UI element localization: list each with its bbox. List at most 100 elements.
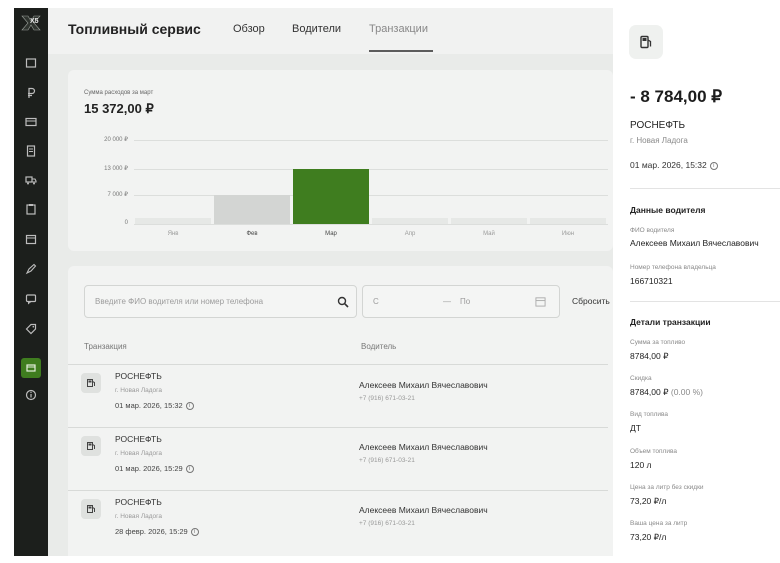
driver-section-title: Данные водителя xyxy=(630,205,706,215)
fuel-type-value: ДТ xyxy=(630,423,641,433)
tab-overview[interactable]: Обзор xyxy=(233,23,265,35)
discount-label: Скидка xyxy=(630,375,652,382)
main-content: Топливный сервис Обзор Водители Транзакц… xyxy=(48,8,613,556)
tx-phone: +7 (916) 671-03-21 xyxy=(359,520,415,527)
bar-1[interactable] xyxy=(214,194,290,224)
price-no-discount-value: 73,20 ₽/л xyxy=(630,496,667,506)
tx-phone: +7 (916) 671-03-21 xyxy=(359,457,415,464)
tx-driver: Алексеев Михаил Вячеславович xyxy=(359,380,488,390)
tx-date: 28 февр. 2026, 15:29 i xyxy=(115,527,199,537)
info-icon[interactable]: i xyxy=(709,161,718,170)
rocket-icon[interactable] xyxy=(21,259,41,279)
tab-transactions[interactable]: Транзакции xyxy=(369,23,428,35)
tab-drivers[interactable]: Водители xyxy=(292,23,341,35)
app-title: Топливный сервис xyxy=(68,21,201,37)
grid-line xyxy=(134,169,608,171)
y-tick-label: 20 000 ₽ xyxy=(104,137,128,143)
date-range-input[interactable]: С — По xyxy=(362,285,560,318)
fuel-pump-icon xyxy=(81,499,101,519)
logo[interactable]: X5 xyxy=(19,12,43,34)
price-no-discount-label: Цена за литр без скидки xyxy=(630,484,704,491)
tx-brand: РОСНЕФТЬ xyxy=(115,497,162,507)
card-icon[interactable] xyxy=(21,112,41,132)
tx-date-text: 01 мар. 2026, 15:32 xyxy=(115,401,183,410)
spend-bar-chart: 20 000 ₽ 13 000 ₽ 7 000 ₽ 0 Янв Фев Мар Апр Май И… xyxy=(68,70,613,251)
driver-name-value: Алексеев Михаил Вячеславович xyxy=(630,238,759,248)
home-icon[interactable] xyxy=(21,53,41,73)
column-transaction: Транзакция xyxy=(84,342,127,351)
bar-4[interactable] xyxy=(451,218,527,224)
calendar-icon[interactable] xyxy=(21,229,41,249)
date-to: По xyxy=(460,297,471,306)
grid-line xyxy=(134,140,608,141)
document-icon[interactable] xyxy=(21,141,41,161)
date-from: С xyxy=(373,297,379,306)
tx-brand: РОСНЕФТЬ xyxy=(115,371,162,381)
bar-2[interactable] xyxy=(293,169,369,224)
transaction-amount: - 8 784,00 ₽ xyxy=(630,87,723,106)
bar-0[interactable] xyxy=(135,218,211,224)
y-tick-label: 13 000 ₽ xyxy=(104,166,128,173)
reset-filters-button[interactable]: Сбросить xyxy=(572,296,610,306)
your-price-label: Ваша цена за литр xyxy=(630,520,688,527)
calendar-icon[interactable] xyxy=(535,296,546,309)
chat-icon[interactable] xyxy=(21,289,41,309)
bar-3[interactable] xyxy=(372,218,448,224)
tx-driver: Алексеев Михаил Вячеславович xyxy=(359,505,488,515)
transaction-date: 01 мар. 2026, 15:32 i xyxy=(630,160,718,170)
x-tick-label: Фев xyxy=(246,231,258,237)
info-icon[interactable]: i xyxy=(185,465,194,474)
logo-text: X5 xyxy=(30,18,39,25)
spend-chart-card: Сумма расходов за март 15 372,00 ₽ 20 00… xyxy=(68,70,613,251)
active-tab-indicator xyxy=(369,50,433,52)
y-tick-label: 0 xyxy=(124,220,128,226)
fuel-service-icon[interactable] xyxy=(21,358,41,378)
fuel-pump-icon xyxy=(81,436,101,456)
info-circle-icon[interactable] xyxy=(21,385,41,405)
x-tick-label: Мар xyxy=(325,231,337,237)
driver-phone-label: Номер телефона владельца xyxy=(630,264,716,271)
x-tick-label: Апр xyxy=(404,231,416,237)
fuel-pump-icon xyxy=(629,25,663,59)
clipboard-icon[interactable] xyxy=(21,199,41,219)
tx-city: г. Новая Ладога xyxy=(115,387,162,394)
search-placeholder: Введите ФИО водителя или номер телефона xyxy=(95,297,264,306)
tx-brand: РОСНЕФТЬ xyxy=(115,434,162,444)
x-tick-label: Май xyxy=(483,231,495,237)
search-icon[interactable] xyxy=(337,296,349,310)
date-separator: — xyxy=(443,297,451,306)
fuel-volume-label: Объем топлива xyxy=(630,448,677,455)
info-icon[interactable]: i xyxy=(185,402,194,411)
discount-percent: (0.00 %) xyxy=(670,387,703,397)
grid-line xyxy=(134,194,608,196)
grid-line xyxy=(134,224,608,225)
tx-driver: Алексеев Михаил Вячеславович xyxy=(359,442,488,452)
transaction-details-panel: - 8 784,00 ₽ РОСНЕФТЬ г. Новая Ладога 01… xyxy=(613,8,780,563)
app-root: X5 Топливный сервис Обзор Водители Транз… xyxy=(0,0,780,563)
tx-date-text: 28 февр. 2026, 15:29 xyxy=(115,527,188,536)
driver-phone-value: 166710321 xyxy=(630,276,673,286)
search-input[interactable]: Введите ФИО водителя или номер телефона xyxy=(84,285,357,318)
bar-5[interactable] xyxy=(530,218,606,224)
fuel-volume-value: 120 л xyxy=(630,460,652,470)
tx-city: г. Новая Ладога xyxy=(115,513,162,520)
column-driver: Водитель xyxy=(361,342,397,351)
fuel-sum-value: 8784,00 ₽ xyxy=(630,351,669,361)
your-price-value: 73,20 ₽/л xyxy=(630,532,667,542)
y-tick-label: 7 000 ₽ xyxy=(107,191,129,198)
fuel-sum-label: Сумма за топливо xyxy=(630,339,686,346)
transaction-date-text: 01 мар. 2026, 15:32 xyxy=(630,160,707,170)
x-tick-label: Янв xyxy=(167,231,179,237)
tag-icon[interactable] xyxy=(21,319,41,339)
info-icon[interactable]: i xyxy=(190,528,199,537)
tx-date: 01 мар. 2026, 15:32 i xyxy=(115,401,194,411)
ruble-icon[interactable] xyxy=(21,83,41,103)
tx-date: 01 мар. 2026, 15:29 i xyxy=(115,464,194,474)
fuel-type-label: Вид топлива xyxy=(630,411,669,418)
top-navigation: Топливный сервис Обзор Водители Транзакц… xyxy=(48,8,613,54)
tx-date-text: 01 мар. 2026, 15:29 xyxy=(115,464,183,473)
tx-city: г. Новая Ладога xyxy=(115,450,162,457)
transaction-city: г. Новая Ладога xyxy=(630,136,688,145)
truck-icon[interactable] xyxy=(21,170,41,190)
discount-amount: 8784,00 ₽ xyxy=(630,387,669,397)
